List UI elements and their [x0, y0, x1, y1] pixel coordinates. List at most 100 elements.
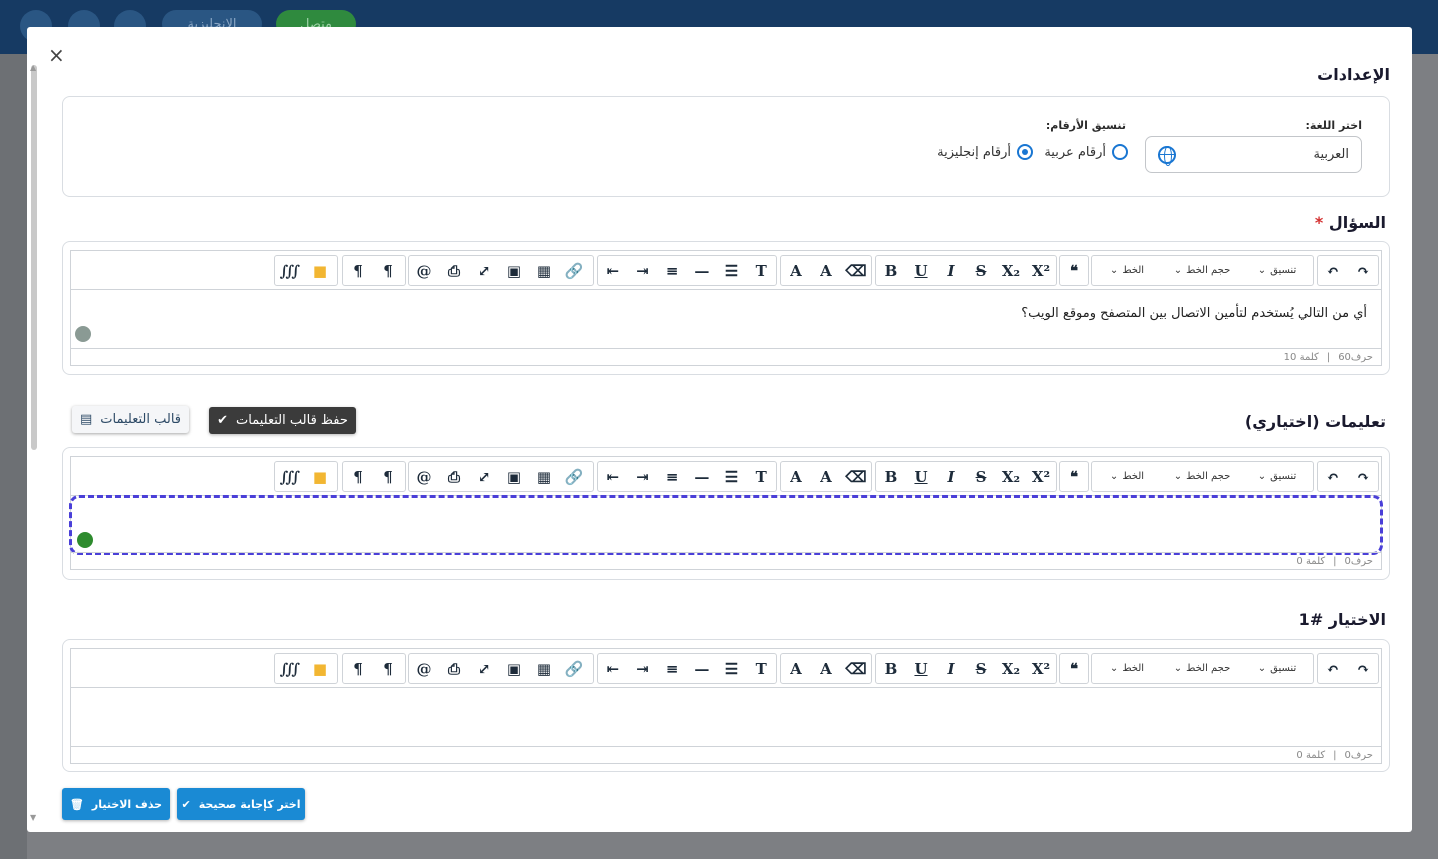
list-icon[interactable]: ☰: [717, 462, 747, 491]
size-select[interactable]: حجم الخط ⌄: [1162, 654, 1242, 683]
subscript-icon[interactable]: X₂: [996, 462, 1026, 491]
preview-icon[interactable]: ▣: [499, 462, 529, 491]
close-icon[interactable]: ×: [48, 45, 65, 65]
italic-icon[interactable]: I: [936, 462, 966, 491]
bold-icon[interactable]: B: [876, 654, 906, 683]
folder-icon[interactable]: ■: [305, 256, 335, 285]
scrollbar[interactable]: [31, 65, 37, 450]
indent-icon[interactable]: ⇥: [628, 654, 658, 683]
print-icon[interactable]: ⎙: [439, 256, 469, 285]
scroll-down-icon[interactable]: ▼: [30, 813, 36, 822]
fullscreen-icon[interactable]: ⤢: [469, 462, 499, 491]
subscript-icon[interactable]: X₂: [996, 256, 1026, 285]
bold-icon[interactable]: B: [876, 462, 906, 491]
format-select[interactable]: تنسيق ⌄: [1242, 256, 1312, 285]
align-icon[interactable]: ≡: [657, 462, 687, 491]
folder-icon[interactable]: ■: [305, 654, 335, 683]
underline-icon[interactable]: U: [906, 256, 936, 285]
strike-icon[interactable]: S: [966, 654, 996, 683]
line-height-icon[interactable]: T: [746, 462, 776, 491]
format-select[interactable]: تنسيق ⌄: [1242, 462, 1312, 491]
arabic-digits-radio[interactable]: أرقام عربية: [1044, 144, 1128, 160]
link-icon[interactable]: 🔗: [559, 256, 589, 285]
line-height-icon[interactable]: T: [746, 654, 776, 683]
mention-icon[interactable]: @: [409, 654, 439, 683]
outdent-icon[interactable]: ⇤: [598, 462, 628, 491]
underline-icon[interactable]: U: [906, 462, 936, 491]
ltr-icon[interactable]: ¶: [343, 462, 373, 491]
mention-icon[interactable]: @: [409, 462, 439, 491]
italic-icon[interactable]: I: [936, 256, 966, 285]
save-template-button[interactable]: حفظ قالب التعليمات ✔: [209, 407, 356, 434]
redo-icon[interactable]: ↷: [1348, 256, 1378, 285]
redo-icon[interactable]: ↷: [1348, 462, 1378, 491]
table-icon[interactable]: ▦: [529, 462, 559, 491]
fullscreen-icon[interactable]: ⤢: [469, 654, 499, 683]
rtl-icon[interactable]: ¶: [373, 654, 403, 683]
scroll-up-icon[interactable]: ▲: [30, 63, 36, 72]
radio-circle[interactable]: [1112, 144, 1128, 160]
align-icon[interactable]: ≡: [657, 654, 687, 683]
choice-editor[interactable]: ∭ ■ ¶ ¶ @ ⎙ ⤢ ▣ ▦ 🔗 ⇤ ⇥ ≡ — ☰ T A A ⌫ B U I S X₂ X² ❝ الخط ⌄…: [70, 648, 1382, 764]
link-icon[interactable]: 🔗: [559, 654, 589, 683]
underline-icon[interactable]: U: [906, 654, 936, 683]
instructions-editor[interactable]: ∭ ■ ¶ ¶ @ ⎙ ⤢ ▣ ▦ 🔗 ⇤ ⇥ ≡ — ☰ T A A ⌫ B U I S X₂ X² ❝ الخط ⌄…: [69, 456, 1383, 570]
line-height-icon[interactable]: T: [746, 256, 776, 285]
font-color-icon[interactable]: A: [781, 462, 811, 491]
font-color-icon[interactable]: A: [781, 256, 811, 285]
italic-icon[interactable]: I: [936, 654, 966, 683]
quote-icon[interactable]: ❝: [1060, 256, 1088, 285]
font-color-icon[interactable]: A: [781, 654, 811, 683]
language-select[interactable]: العربية: [1145, 136, 1362, 173]
hr-icon[interactable]: —: [687, 256, 717, 285]
delete-choice-button[interactable]: حذف الاختيار 🗑: [62, 788, 170, 820]
format-select[interactable]: تنسيق ⌄: [1242, 654, 1312, 683]
print-icon[interactable]: ⎙: [439, 654, 469, 683]
highlight-icon[interactable]: A: [811, 256, 841, 285]
quote-icon[interactable]: ❝: [1060, 462, 1088, 491]
question-editor[interactable]: ∭ ■ ¶ ¶ @ ⎙ ⤢ ▣ ▦ 🔗 ⇤ ⇥ ≡ — ☰ T A A ⌫ B U I S X₂ X² ❝ الخط ⌄…: [70, 250, 1382, 366]
undo-icon[interactable]: ↶: [1318, 256, 1348, 285]
indent-icon[interactable]: ⇥: [628, 462, 658, 491]
hr-icon[interactable]: —: [687, 654, 717, 683]
fullscreen-icon[interactable]: ⤢: [469, 256, 499, 285]
strike-icon[interactable]: S: [966, 256, 996, 285]
link-icon[interactable]: 🔗: [559, 462, 589, 491]
align-icon[interactable]: ≡: [657, 256, 687, 285]
superscript-icon[interactable]: X²: [1026, 256, 1056, 285]
list-icon[interactable]: ☰: [717, 654, 747, 683]
bold-icon[interactable]: B: [876, 256, 906, 285]
mark-correct-button[interactable]: اختر كإجابة صحيحة ✔: [177, 788, 305, 820]
list-icon[interactable]: ☰: [717, 256, 747, 285]
preview-icon[interactable]: ▣: [499, 256, 529, 285]
english-digits-radio[interactable]: أرقام إنجليزية: [937, 144, 1033, 160]
undo-icon[interactable]: ↶: [1318, 654, 1348, 683]
print-icon[interactable]: ⎙: [439, 462, 469, 491]
ltr-icon[interactable]: ¶: [343, 654, 373, 683]
outdent-icon[interactable]: ⇤: [598, 256, 628, 285]
subscript-icon[interactable]: X₂: [996, 654, 1026, 683]
ltr-icon[interactable]: ¶: [343, 256, 373, 285]
size-select[interactable]: حجم الخط ⌄: [1162, 256, 1242, 285]
mention-icon[interactable]: @: [409, 256, 439, 285]
rtl-icon[interactable]: ¶: [373, 256, 403, 285]
quote-icon[interactable]: ❝: [1060, 654, 1088, 683]
eraser-icon[interactable]: ⌫: [841, 462, 871, 491]
superscript-icon[interactable]: X²: [1026, 462, 1056, 491]
eraser-icon[interactable]: ⌫: [841, 256, 871, 285]
instructions-body-focused[interactable]: [69, 495, 1383, 555]
superscript-icon[interactable]: X²: [1026, 654, 1056, 683]
strike-icon[interactable]: S: [966, 462, 996, 491]
outdent-icon[interactable]: ⇤: [598, 654, 628, 683]
table-icon[interactable]: ▦: [529, 256, 559, 285]
hr-icon[interactable]: —: [687, 462, 717, 491]
preview-icon[interactable]: ▣: [499, 654, 529, 683]
font-select[interactable]: الخط ⌄: [1092, 256, 1162, 285]
highlight-icon[interactable]: A: [811, 654, 841, 683]
question-text[interactable]: أي من التالي يُستخدم لتأمين الاتصال بين …: [1021, 306, 1367, 321]
redo-icon[interactable]: ↷: [1348, 654, 1378, 683]
instructions-template-button[interactable]: قالب التعليمات ▤: [72, 406, 189, 433]
font-select[interactable]: الخط ⌄: [1092, 462, 1162, 491]
table-icon[interactable]: ▦: [529, 654, 559, 683]
size-select[interactable]: حجم الخط ⌄: [1162, 462, 1242, 491]
